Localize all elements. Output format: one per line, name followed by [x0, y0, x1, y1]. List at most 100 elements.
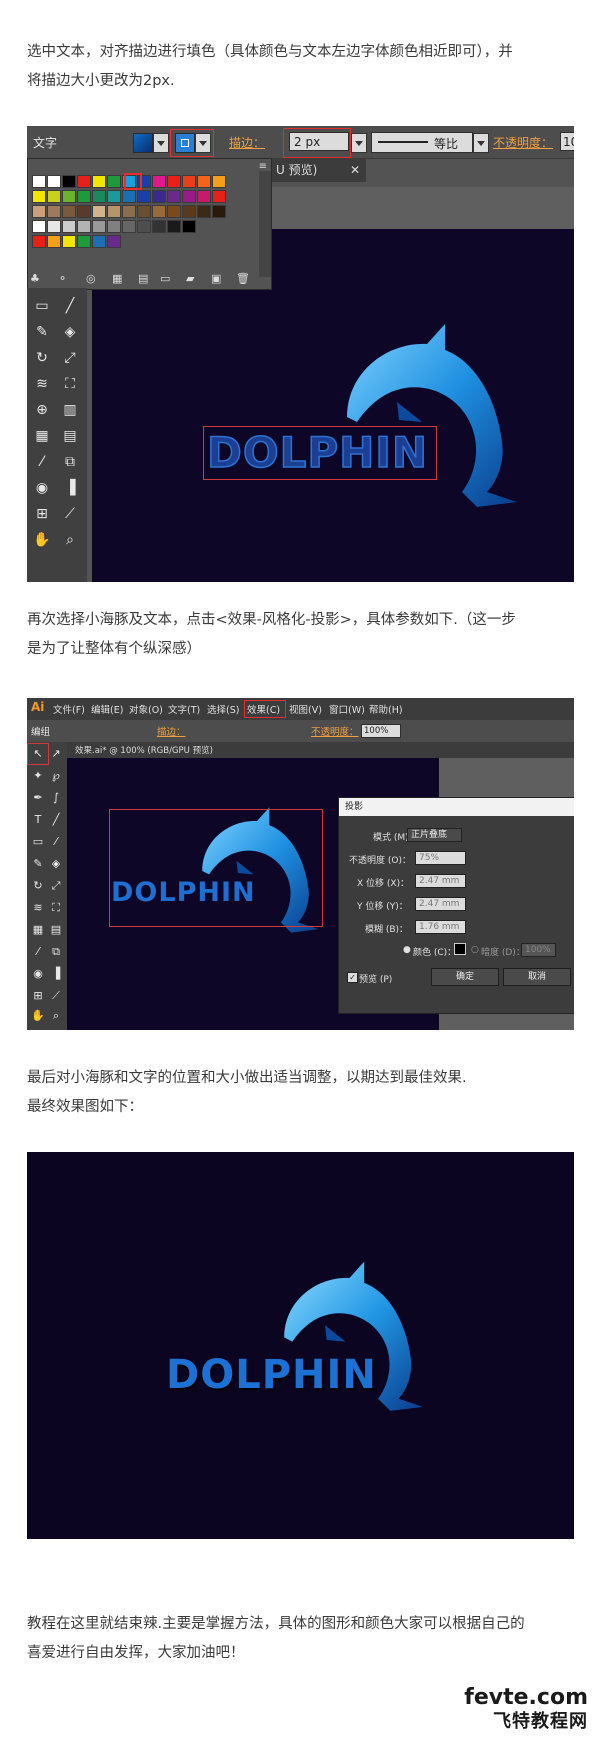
blur-input[interactable]: 1.76 mm [415, 920, 466, 934]
line-tool-icon[interactable]: ╱ [46, 810, 66, 830]
symbol-sprayer-tool-icon[interactable]: ◉ [32, 478, 52, 498]
color-swatch[interactable] [167, 205, 181, 218]
y-offset-input[interactable]: 2.47 mm [415, 897, 466, 911]
darkness-radio-icon[interactable]: ○ [471, 945, 479, 955]
color-swatch[interactable] [62, 175, 76, 188]
color-swatch[interactable] [122, 205, 136, 218]
color-swatch[interactable] [62, 220, 76, 233]
direct-selection-tool-icon[interactable]: ↗ [46, 744, 66, 764]
color-swatch[interactable] [92, 175, 106, 188]
color-swatch[interactable] [92, 205, 106, 218]
free-transform-tool-icon[interactable]: ⛶ [46, 898, 66, 918]
rectangle-tool-icon[interactable]: ▭ [28, 832, 48, 852]
selection-tool-icon[interactable]: ↖ [27, 743, 49, 765]
artboard-tool-icon[interactable]: ⊞ [32, 504, 52, 524]
width-tool-icon[interactable]: ≋ [28, 898, 48, 918]
graph-tool-icon[interactable]: ▐ [60, 478, 80, 498]
free-transform-tool-icon[interactable]: ⛶ [60, 374, 80, 394]
cancel-button[interactable]: 取消 [503, 968, 571, 986]
stroke-weight-dropdown[interactable] [351, 133, 367, 153]
color-swatch[interactable] [77, 235, 91, 248]
color-swatch[interactable] [197, 175, 211, 188]
eyedropper-tool-icon[interactable]: ⁄ [32, 452, 52, 472]
mesh-tool-icon[interactable]: ▦ [32, 426, 52, 446]
menu-file[interactable]: 文件(F) [53, 702, 85, 716]
mesh-tool-icon[interactable]: ▦ [28, 920, 48, 940]
color-swatch[interactable] [152, 220, 166, 233]
menu-help[interactable]: 帮助(H) [369, 702, 403, 716]
menu-object[interactable]: 对象(O) [129, 702, 163, 716]
close-icon[interactable]: ✕ [350, 158, 360, 182]
color-swatch[interactable] [92, 190, 106, 203]
fill-swatch-button[interactable] [133, 133, 153, 153]
lasso-tool-icon[interactable]: ℘ [46, 766, 66, 786]
stroke-profile-dropdown[interactable] [473, 133, 489, 153]
blend-tool-icon[interactable]: ⧉ [60, 452, 80, 472]
eraser-tool-icon[interactable]: ◈ [46, 854, 66, 874]
color-swatch[interactable] [137, 220, 151, 233]
gradient-tool-icon[interactable]: ▤ [60, 426, 80, 446]
color-swatch[interactable] [182, 220, 196, 233]
rectangle-tool-icon[interactable]: ▭ [32, 296, 52, 316]
document-tab[interactable]: 效果.ai* @ 100% (RGB/GPU 预览) [75, 744, 213, 756]
color-swatch[interactable] [77, 205, 91, 218]
blend-tool-icon[interactable]: ⧉ [46, 942, 66, 962]
color-swatch[interactable] [92, 220, 106, 233]
gradient-tool-icon[interactable]: ▤ [46, 920, 66, 940]
preview-checkbox[interactable]: ✓ [347, 972, 358, 983]
color-swatch[interactable] [167, 220, 181, 233]
slice-tool-icon[interactable]: ⟋ [60, 504, 80, 524]
color-swatch[interactable] [152, 190, 166, 203]
shape-builder-tool-icon[interactable]: ⊕ [32, 400, 52, 420]
pencil-tool-icon[interactable]: ✎ [28, 854, 48, 874]
artboard-tool-icon[interactable]: ⊞ [28, 986, 48, 1006]
hand-tool-icon[interactable]: ✋ [28, 1006, 48, 1026]
new-color-group-icon[interactable]: ▭ [160, 272, 170, 285]
shadow-color-swatch[interactable] [454, 943, 466, 955]
color-swatch[interactable] [122, 190, 136, 203]
color-swatch[interactable] [32, 205, 46, 218]
selection-bounding-box[interactable] [109, 809, 323, 927]
menu-window[interactable]: 窗口(W) [329, 702, 365, 716]
color-swatch[interactable] [32, 190, 46, 203]
color-swatch[interactable] [182, 190, 196, 203]
scale-tool-icon[interactable]: ⤢ [46, 876, 66, 896]
color-swatch[interactable] [107, 205, 121, 218]
color-swatch[interactable] [47, 205, 61, 218]
ok-button[interactable]: 确定 [431, 968, 499, 986]
x-offset-input[interactable]: 2.47 mm [415, 874, 466, 888]
color-swatch[interactable] [47, 235, 61, 248]
panel-scrollbar[interactable] [259, 171, 271, 277]
rotate-tool-icon[interactable]: ↻ [32, 348, 52, 368]
zoom-tool-icon[interactable]: ⌕ [46, 1006, 66, 1026]
stroke-profile-select[interactable]: 等比 [371, 132, 473, 153]
folder-icon[interactable]: ▰ [186, 272, 194, 285]
menu-view[interactable]: 视图(V) [289, 702, 322, 716]
hand-tool-icon[interactable]: ✋ [32, 530, 52, 550]
color-swatch[interactable] [182, 205, 196, 218]
eyedropper-tool-icon[interactable]: ⁄ [28, 942, 48, 962]
color-swatch[interactable] [152, 205, 166, 218]
color-swatch[interactable] [212, 175, 226, 188]
show-kind-icon[interactable]: ▦ [112, 272, 122, 285]
color-swatch[interactable] [107, 220, 121, 233]
fill-dropdown-arrow[interactable] [153, 133, 169, 153]
color-swatch[interactable] [212, 190, 226, 203]
rotate-tool-icon[interactable]: ↻ [28, 876, 48, 896]
menu-type[interactable]: 文字(T) [168, 702, 200, 716]
paintbrush-tool-icon[interactable]: ⁄ [46, 832, 66, 852]
color-swatch[interactable] [77, 175, 91, 188]
symbol-sprayer-tool-icon[interactable]: ◉ [28, 964, 48, 984]
opacity-input[interactable]: 100% [361, 724, 401, 738]
color-swatch[interactable] [47, 190, 61, 203]
color-swatch[interactable] [77, 190, 91, 203]
color-swatch[interactable] [137, 190, 151, 203]
type-tool-icon[interactable]: T [28, 810, 48, 830]
color-swatch[interactable] [32, 175, 46, 188]
slice-tool-icon[interactable]: ⟋ [46, 986, 66, 1006]
magic-wand-tool-icon[interactable]: ✦ [28, 766, 48, 786]
pen-tool-icon[interactable]: ✒ [28, 788, 48, 808]
color-swatch[interactable] [62, 205, 76, 218]
paintbrush-tool-icon[interactable]: ╱ [60, 296, 80, 316]
mode-select[interactable]: 正片叠底 [407, 828, 462, 842]
